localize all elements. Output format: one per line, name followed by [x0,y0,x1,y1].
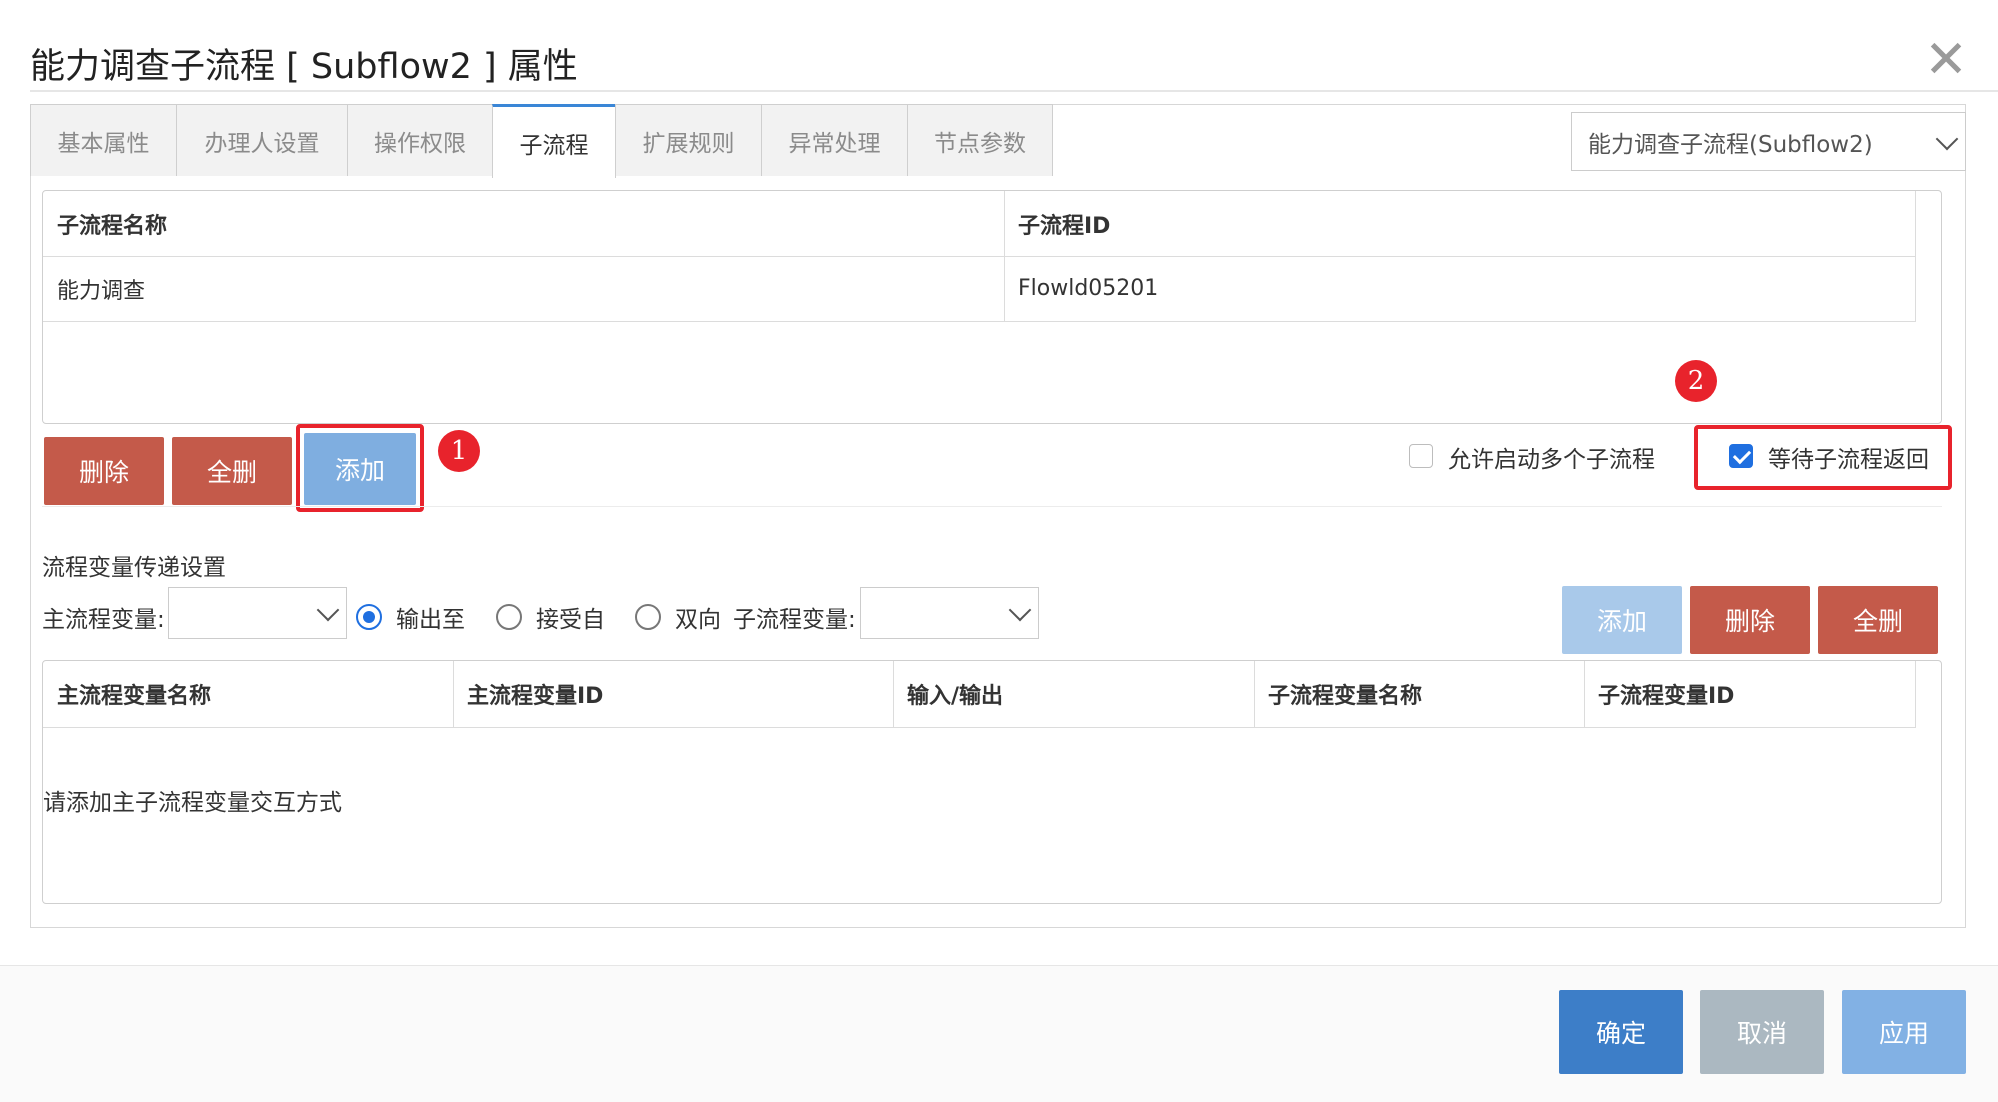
annotation-badge-1: 1 [438,430,480,472]
cell-subflow-name[interactable]: 能力调查 [43,256,1005,322]
node-select-value: 能力调查子流程(Subflow2) [1588,131,1873,158]
tab-subflow[interactable]: 子流程 [492,104,616,178]
header-sub-var-id: 子流程变量ID [1584,661,1916,728]
tab-node-params[interactable]: 节点参数 [907,104,1053,176]
header-main-var-name: 主流程变量名称 [43,661,454,728]
main-var-label: 主流程变量: [42,607,165,633]
wait-return-label: 等待子流程返回 [1768,447,1929,473]
radio-bidirectional[interactable] [635,604,661,630]
apply-button[interactable]: 应用 [1842,990,1966,1074]
chevron-down-icon [1008,598,1032,622]
footer-divider [0,965,1998,966]
header-divider [30,90,1998,92]
var-section-title: 流程变量传递设置 [42,555,226,581]
header-direction: 输入/输出 [893,661,1255,728]
var-table-empty-text: 请添加主子流程变量交互方式 [43,790,342,816]
dialog-title: 能力调查子流程 [ Subflow2 ] 属性 [30,47,578,87]
tab-basic-properties[interactable]: 基本属性 [30,104,177,176]
annotation-badge-2: 2 [1675,360,1717,402]
wait-return-checkbox[interactable] [1729,444,1753,468]
tab-handler-settings[interactable]: 办理人设置 [176,104,348,176]
sub-var-select[interactable] [860,587,1039,639]
radio-bidirectional-label: 双向 [675,607,721,633]
ok-button[interactable]: 确定 [1559,990,1683,1074]
tab-extension-rules[interactable]: 扩展规则 [615,104,762,176]
allow-multiple-label: 允许启动多个子流程 [1448,447,1655,473]
header-subflow-id: 子流程ID [1004,191,1916,257]
section-divider [42,506,1942,507]
delete-all-var-button[interactable]: 全删 [1818,586,1938,654]
var-table: 主流程变量名称 主流程变量ID 输入/输出 子流程变量名称 子流程变量ID 请添… [42,660,1942,904]
allow-multiple-checkbox[interactable] [1409,444,1433,468]
close-icon[interactable]: ✕ [1922,34,1970,86]
main-var-select[interactable] [168,587,347,639]
subflow-table: 子流程名称 子流程ID 能力调查 Flowld05201 [42,190,1942,424]
radio-receive-from-label: 接受自 [536,607,605,633]
chevron-down-icon [316,598,340,622]
cancel-button[interactable]: 取消 [1700,990,1824,1074]
header-sub-var-name: 子流程变量名称 [1254,661,1585,728]
radio-output-to-label: 输出至 [396,607,465,633]
header-subflow-name: 子流程名称 [43,191,1005,257]
dialog-footer [0,966,1998,1102]
delete-var-button[interactable]: 删除 [1690,586,1810,654]
node-select[interactable]: 能力调查子流程(Subflow2) [1571,112,1966,171]
tab-exception-handling[interactable]: 异常处理 [761,104,908,176]
header-main-var-id: 主流程变量ID [453,661,894,728]
sub-var-label: 子流程变量: [733,607,856,633]
delete-all-subflow-button[interactable]: 全删 [172,437,292,505]
radio-receive-from[interactable] [496,604,522,630]
cell-subflow-id[interactable]: Flowld05201 [1004,256,1916,322]
add-var-button[interactable]: 添加 [1562,586,1682,654]
radio-output-to[interactable] [356,604,382,630]
chevron-down-icon [1935,127,1959,150]
add-subflow-button[interactable]: 添加 [304,433,416,505]
delete-subflow-button[interactable]: 删除 [44,437,164,505]
tab-permissions[interactable]: 操作权限 [347,104,493,176]
